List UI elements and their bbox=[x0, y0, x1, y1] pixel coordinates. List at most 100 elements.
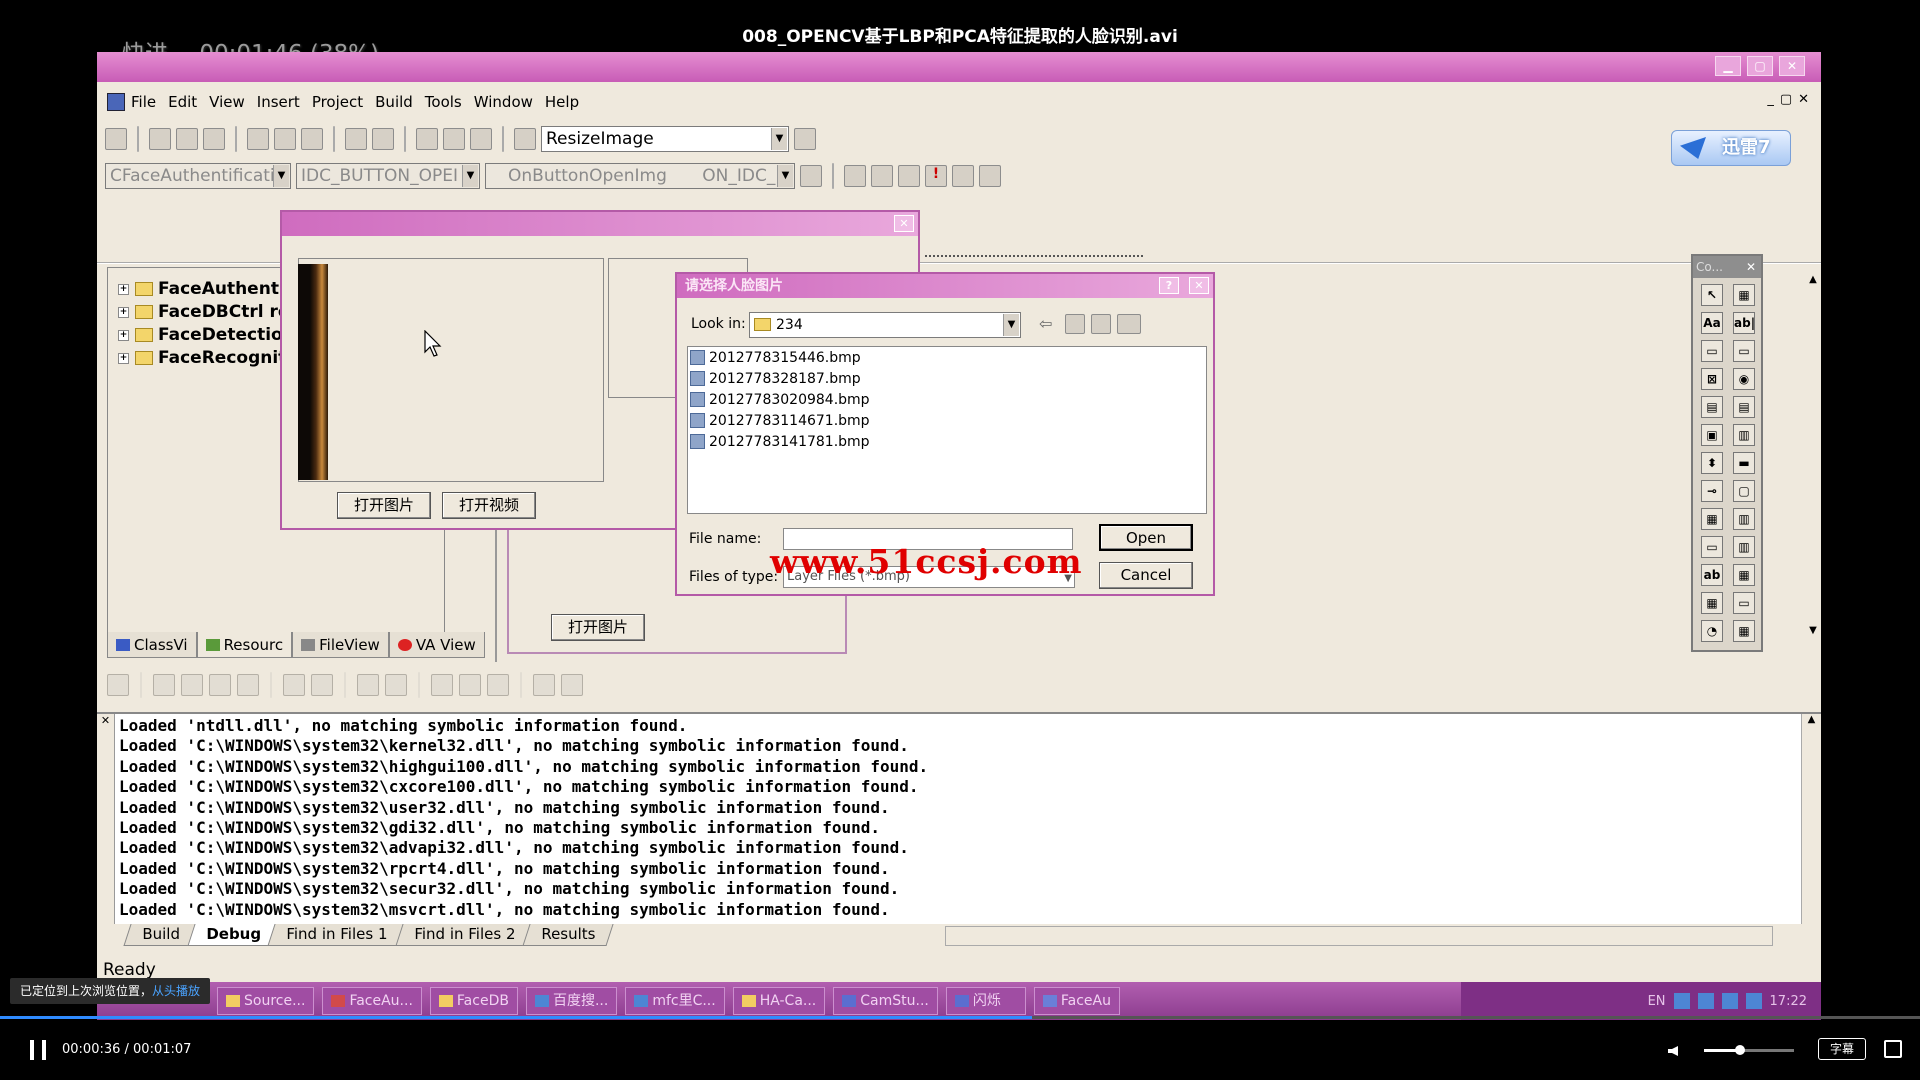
taskbar-item[interactable]: Source... bbox=[217, 987, 315, 1015]
menu-project[interactable]: Project bbox=[312, 93, 363, 111]
cancel-button[interactable]: Cancel bbox=[1099, 562, 1193, 589]
taskbar-item[interactable]: 百度搜... bbox=[525, 987, 618, 1015]
toolbox-control-icon[interactable]: ▥ bbox=[1733, 424, 1755, 446]
windows-icon[interactable] bbox=[470, 128, 492, 150]
cut-icon[interactable] bbox=[247, 128, 269, 150]
toolbox-control-icon[interactable]: ⬍ bbox=[1701, 452, 1723, 474]
new-file-icon[interactable] bbox=[105, 128, 127, 150]
maximize-icon[interactable]: ▢ bbox=[1747, 56, 1773, 76]
scroll-down-icon[interactable]: ▼ bbox=[1805, 625, 1821, 636]
center-horizontal-icon[interactable] bbox=[311, 674, 333, 696]
up-folder-icon[interactable] bbox=[1065, 314, 1085, 334]
mdi-buttons[interactable]: _▢✕ bbox=[1767, 92, 1815, 107]
guides-icon[interactable] bbox=[561, 674, 583, 696]
find-icon[interactable] bbox=[794, 128, 816, 150]
subtitle-button[interactable]: 字幕 bbox=[1818, 1038, 1866, 1060]
toolbox-control-icon[interactable]: ⊸ bbox=[1701, 480, 1723, 502]
list-item[interactable]: 20127783114671.bmp bbox=[688, 410, 1206, 431]
toolbox-control-icon[interactable]: ▬ bbox=[1733, 452, 1755, 474]
language-indicator[interactable]: EN bbox=[1648, 994, 1666, 1009]
look-in-combo[interactable]: 234 ▼ bbox=[749, 312, 1021, 338]
toolbox-control-icon[interactable]: ▤ bbox=[1701, 396, 1723, 418]
list-item[interactable]: 20127783020984.bmp bbox=[688, 389, 1206, 410]
tab-fileview[interactable]: FileView bbox=[292, 632, 389, 658]
go-icon[interactable] bbox=[952, 165, 974, 187]
undo-icon[interactable] bbox=[345, 128, 367, 150]
toolbox-control-icon[interactable]: Aa bbox=[1701, 312, 1723, 334]
close-icon[interactable]: ✕ bbox=[101, 714, 110, 727]
breakpoint-icon[interactable] bbox=[979, 165, 1001, 187]
align-left-icon[interactable] bbox=[153, 674, 175, 696]
tab-classview[interactable]: ClassVi bbox=[107, 632, 197, 658]
taskbar-item[interactable]: FaceAu... bbox=[322, 987, 422, 1015]
tree-item[interactable]: + FaceDetection bbox=[118, 324, 295, 346]
toolbox-control-icon[interactable]: ▦ bbox=[1733, 620, 1755, 642]
toolbox-control-icon[interactable]: ▥ bbox=[1733, 536, 1755, 558]
toolbox-control-icon[interactable]: ◔ bbox=[1701, 620, 1723, 642]
toolbox-control-icon[interactable]: ▭ bbox=[1701, 536, 1723, 558]
scroll-up-icon[interactable]: ▲ bbox=[1808, 714, 1816, 725]
progress-bar[interactable] bbox=[0, 1016, 1920, 1019]
toolbox-control-icon[interactable]: ▭ bbox=[1733, 592, 1755, 614]
open-video-button[interactable]: 打开视频 bbox=[442, 492, 536, 519]
toolbox-control-icon[interactable]: ab bbox=[1701, 564, 1723, 586]
menu-help[interactable]: Help bbox=[545, 93, 579, 111]
chevron-down-icon[interactable]: ▼ bbox=[771, 128, 787, 150]
toolbox-control-icon[interactable]: ▦ bbox=[1701, 592, 1723, 614]
toolbox-control-icon[interactable]: ▭ bbox=[1701, 340, 1723, 362]
toolbox-control-icon[interactable]: ▣ bbox=[1701, 424, 1723, 446]
editor-scrollbar[interactable]: ▲ ▼ bbox=[1805, 274, 1821, 654]
make-same-size-icon[interactable] bbox=[487, 674, 509, 696]
close-icon[interactable]: ✕ bbox=[894, 215, 914, 232]
tab-find-in-files-1[interactable]: Find in Files 1 bbox=[267, 924, 407, 946]
handler-combo[interactable]: OnButtonOpenImg ON_IDC_B ▼ bbox=[485, 163, 795, 189]
chevron-down-icon[interactable]: ▼ bbox=[1003, 314, 1019, 336]
restart-link[interactable]: 从头播放 bbox=[152, 984, 200, 998]
tab-build[interactable]: Build bbox=[123, 924, 199, 946]
align-top-icon[interactable] bbox=[209, 674, 231, 696]
scroll-up-icon[interactable]: ▲ bbox=[1805, 274, 1821, 285]
toolbox-control-icon[interactable]: ▦ bbox=[1733, 284, 1755, 306]
taskbar-item[interactable]: CamStu... bbox=[833, 987, 938, 1015]
copy-icon[interactable] bbox=[274, 128, 296, 150]
tray-icon[interactable] bbox=[1673, 993, 1690, 1009]
menu-window[interactable]: Window bbox=[474, 93, 533, 111]
wizard-action-icon[interactable] bbox=[800, 165, 822, 187]
execute-icon[interactable]: ! bbox=[925, 165, 947, 187]
tab-resourceview[interactable]: Resourc bbox=[196, 632, 293, 658]
minimize-icon[interactable]: ▁ bbox=[1715, 56, 1741, 76]
find-in-files-icon[interactable] bbox=[514, 128, 536, 150]
design-open-image-button[interactable]: 打开图片 bbox=[551, 614, 645, 641]
tab-results[interactable]: Results bbox=[522, 924, 614, 946]
tray-icon[interactable] bbox=[1745, 993, 1762, 1009]
tray-icon[interactable] bbox=[1697, 993, 1714, 1009]
toolbox-control-icon[interactable]: ab| bbox=[1733, 312, 1755, 334]
close-icon[interactable]: ✕ bbox=[1189, 277, 1209, 294]
output-scrollbar[interactable]: ▲ bbox=[1801, 714, 1821, 924]
tab-find-in-files-2[interactable]: Find in Files 2 bbox=[395, 924, 534, 946]
toolbox-control-icon[interactable]: ▭ bbox=[1733, 340, 1755, 362]
menu-view[interactable]: View bbox=[209, 93, 245, 111]
tree-item[interactable]: + FaceRecogniti bbox=[118, 347, 292, 369]
list-item[interactable]: 2012778315446.bmp bbox=[688, 347, 1206, 368]
paste-icon[interactable] bbox=[301, 128, 323, 150]
align-bottom-icon[interactable] bbox=[237, 674, 259, 696]
make-same-width-icon[interactable] bbox=[431, 674, 453, 696]
taskbar-item[interactable]: 闪烁 bbox=[945, 987, 1026, 1015]
list-item[interactable]: 20127783141781.bmp bbox=[688, 431, 1206, 452]
space-across-icon[interactable] bbox=[357, 674, 379, 696]
align-right-icon[interactable] bbox=[181, 674, 203, 696]
output-hscrollbar[interactable] bbox=[945, 926, 1773, 946]
toolbox-control-icon[interactable]: ▤ bbox=[1733, 396, 1755, 418]
open-icon[interactable] bbox=[149, 128, 171, 150]
toolbox-control-icon[interactable]: ▢ bbox=[1733, 480, 1755, 502]
back-icon[interactable]: ⇦ bbox=[1039, 314, 1052, 333]
compile-icon[interactable] bbox=[844, 165, 866, 187]
save-all-icon[interactable] bbox=[203, 128, 225, 150]
tab-debug[interactable]: Debug bbox=[187, 924, 280, 946]
menu-build[interactable]: Build bbox=[375, 93, 413, 111]
test-dialog-icon[interactable] bbox=[107, 674, 129, 696]
toolbox-control-icon[interactable]: ▦ bbox=[1733, 564, 1755, 586]
redo-icon[interactable] bbox=[372, 128, 394, 150]
toolbox-control-icon[interactable]: ⊠ bbox=[1701, 368, 1723, 390]
